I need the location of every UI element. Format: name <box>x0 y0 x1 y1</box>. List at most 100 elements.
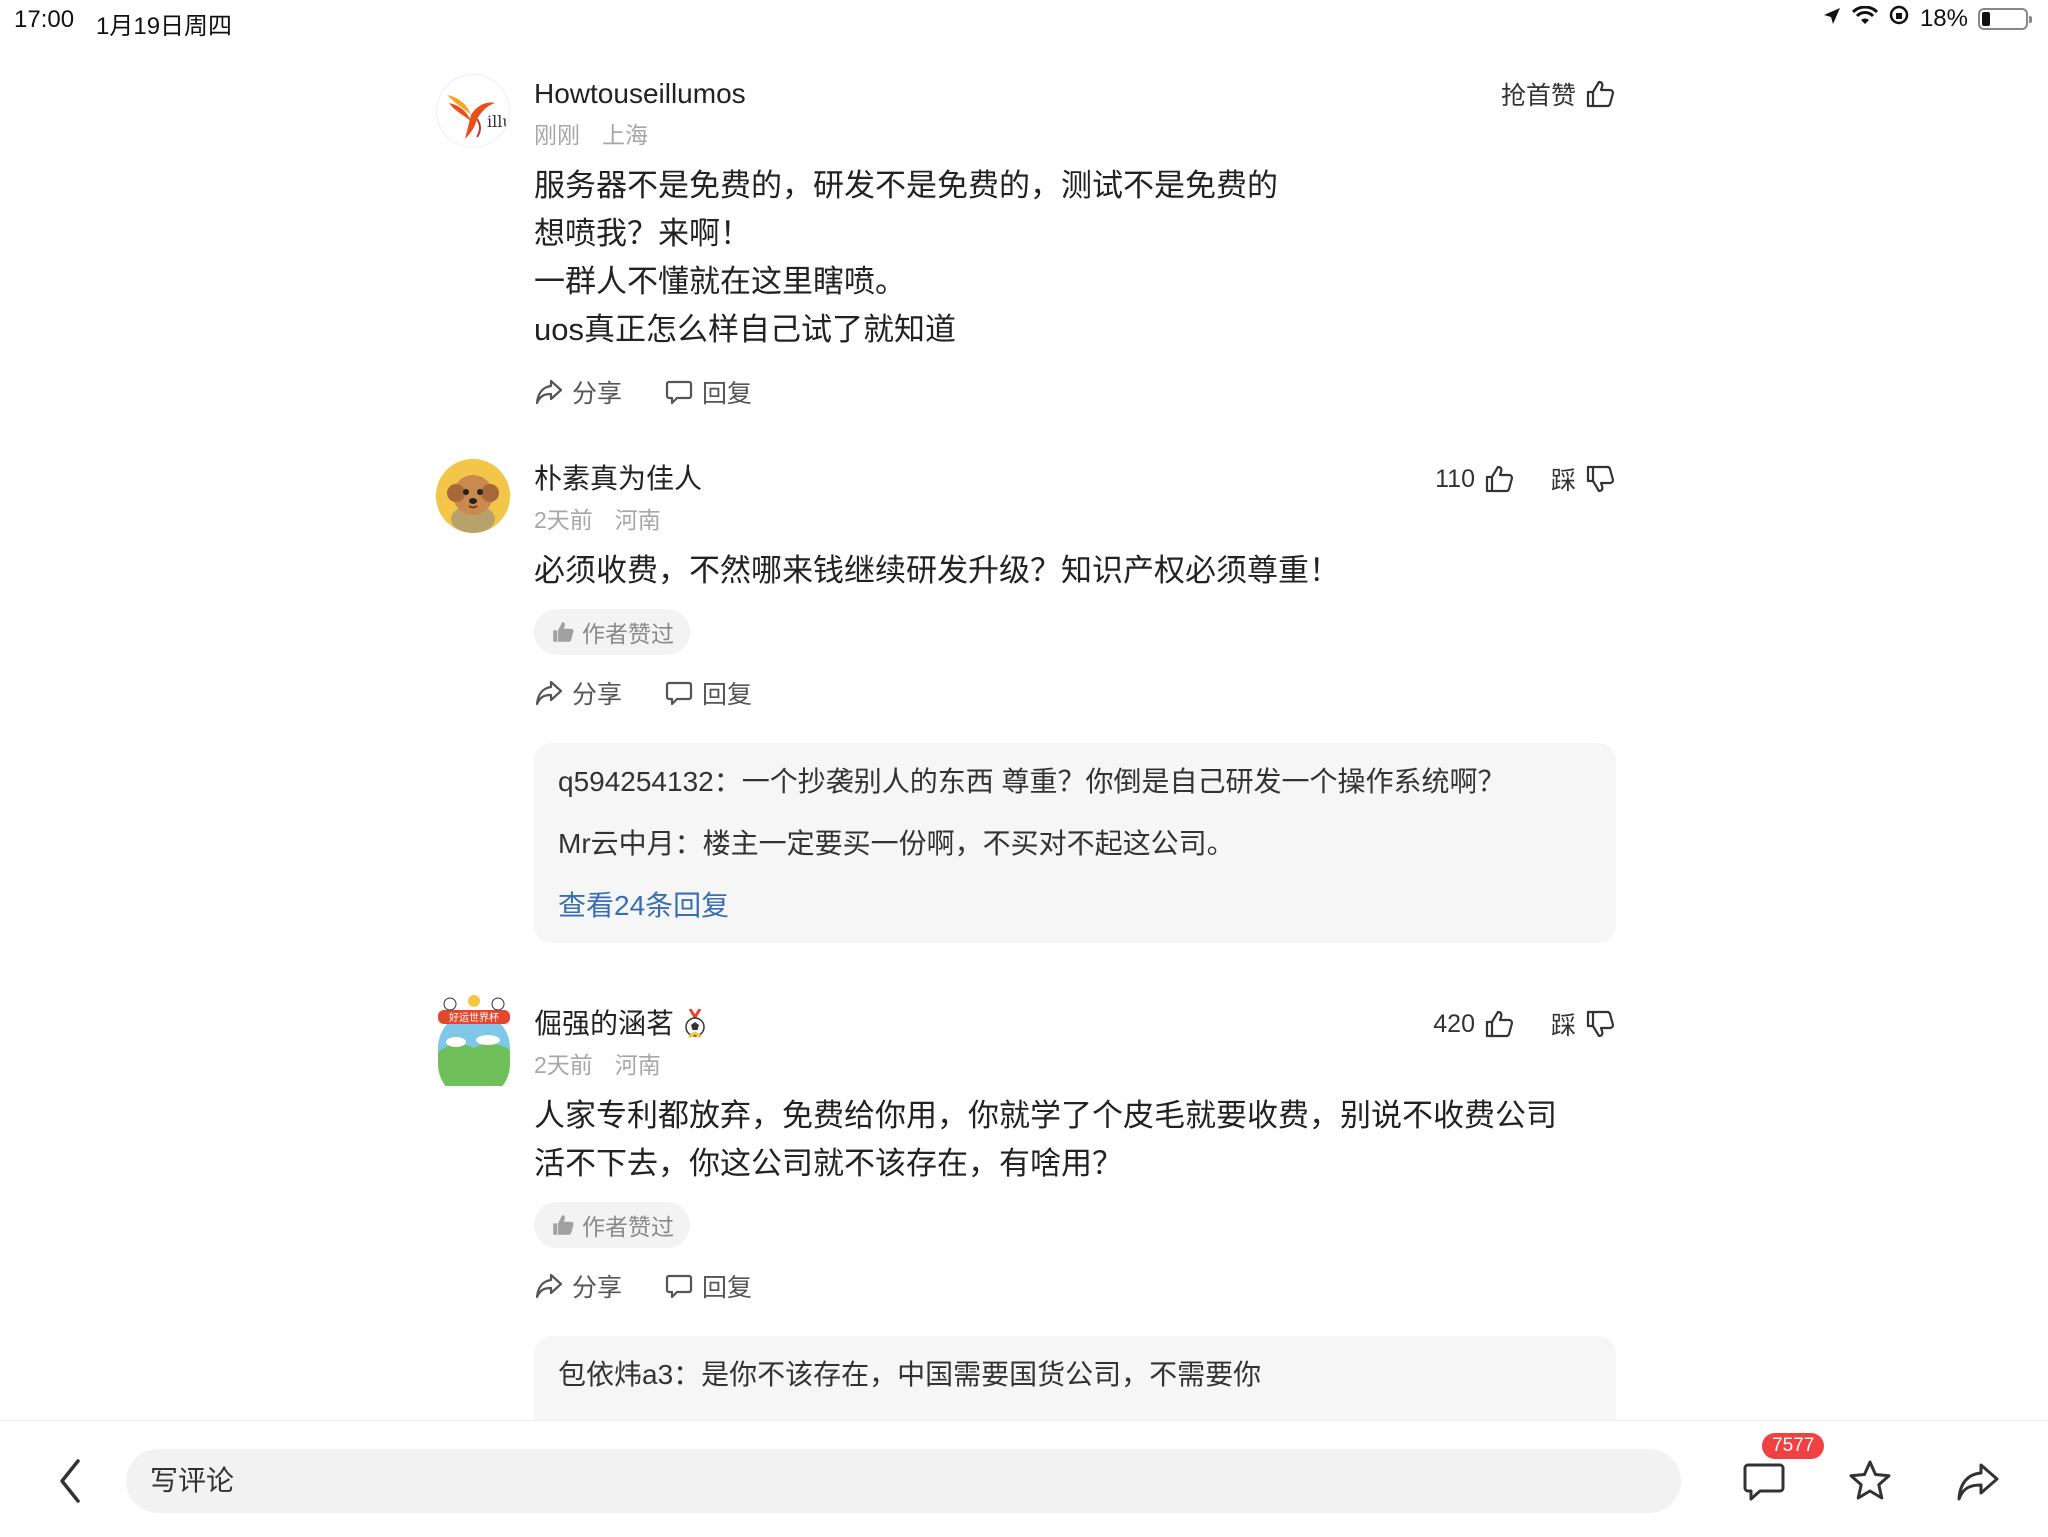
bottom-bar: 7577 <box>0 1420 2048 1537</box>
comment-body: 倔强的涵茗 2天前 河南 人家专利都放弃，免费给你用，你就学了个皮毛就要收费，别… <box>534 1004 1616 1456</box>
status-icons: 18% <box>1822 4 2032 33</box>
chevron-left-icon <box>60 1459 80 1503</box>
battery-icon <box>1978 7 2032 30</box>
avatar[interactable]: 好运世界杯 <box>436 994 510 1100</box>
orientation-lock-icon <box>1888 4 1910 33</box>
reply-item[interactable]: q594254132：一个抄袭别人的东西 尊重？你倒是自己研发一个操作系统啊？ <box>558 763 1592 801</box>
avatar-badge-text: 好运世界杯 <box>449 1011 499 1024</box>
dislike-label: 踩 <box>1550 1012 1576 1040</box>
reply-label: 回复 <box>702 681 753 709</box>
share-button[interactable]: 分享 <box>534 675 622 711</box>
comment-text: 必须收费，不然哪来钱继续研发升级？知识产权必须尊重！ <box>534 547 1616 595</box>
thumbs-up-icon <box>1485 465 1514 493</box>
comment-line: 想喷我？来啊！ <box>534 216 751 251</box>
comment-time: 刚刚 <box>534 122 580 148</box>
comment-text: 服务器不是免费的，研发不是免费的，测试不是免费的 想喷我？来啊！ 一群人不懂就在… <box>534 162 1616 354</box>
like-count: 420 <box>1433 1009 1475 1038</box>
like-button[interactable]: 420 <box>1433 1008 1515 1040</box>
reply-bubble-icon <box>665 1274 693 1299</box>
comment-actions: 分享 回复 <box>534 374 1616 410</box>
thumbs-up-filled-icon <box>553 622 574 642</box>
share-icon <box>535 379 563 405</box>
comment-line: 必须收费，不然哪来钱继续研发升级？知识产权必须尊重！ <box>534 553 1340 588</box>
share-label: 分享 <box>572 380 623 408</box>
thumbs-down-icon <box>1586 1010 1615 1038</box>
share-button[interactable]: 分享 <box>534 374 622 410</box>
avatar[interactable]: illu <box>436 74 510 148</box>
author-liked-tag: 作者赞过 <box>534 1202 690 1248</box>
battery-fill <box>1982 11 1990 26</box>
star-icon <box>1849 1460 1891 1500</box>
reply-item[interactable]: Mr云中月：楼主一定要买一份啊，不买对不起这公司。 <box>558 825 1592 863</box>
world-cup-avatar-icon: 好运世界杯 <box>438 995 510 1100</box>
comment-input[interactable] <box>126 1449 1681 1513</box>
reply-text: 楼主一定要买一份啊，不买对不起这公司。 <box>702 828 1235 859</box>
comment-meta: 刚刚 上海 <box>534 116 1616 150</box>
view-more-replies-link[interactable]: 查看24条回复 <box>558 887 1592 925</box>
comment-right-actions: 420 踩 <box>1433 1004 1616 1044</box>
like-button[interactable]: 110 <box>1435 463 1515 495</box>
comment-text: 人家专利都放弃，免费给你用，你就学了个皮毛就要收费，别说不收费公司 活不下去，你… <box>534 1092 1616 1188</box>
dog-avatar-icon <box>436 459 510 533</box>
comment-location: 河南 <box>614 1052 661 1078</box>
share-icon <box>535 1273 563 1299</box>
favorite-button[interactable] <box>1846 1457 1894 1505</box>
first-like-button[interactable]: 抢首赞 <box>1501 76 1616 112</box>
comment-line: 一群人不懂就在这里瞎喷。 <box>534 264 906 299</box>
avatar[interactable] <box>436 459 510 533</box>
comment-meta: 2天前 河南 <box>534 1046 1616 1080</box>
status-time: 17:00 <box>14 6 75 33</box>
comments-button[interactable] <box>1740 1457 1788 1505</box>
reply-username[interactable]: 包依炜a3 <box>558 1359 673 1390</box>
author-liked-label: 作者赞过 <box>582 1214 674 1240</box>
comment-line: 人家专利都放弃，免费给你用，你就学了个皮毛就要收费，别说不收费公司 <box>534 1098 1557 1133</box>
share-page-button[interactable] <box>1954 1457 2002 1505</box>
comment-count-badge: 7577 <box>1762 1433 1825 1459</box>
username[interactable]: 倔强的涵茗 <box>534 1004 674 1044</box>
share-label: 分享 <box>572 1274 623 1302</box>
like-count: 110 <box>1435 464 1475 493</box>
comment-time: 2天前 <box>534 1052 593 1078</box>
share-button[interactable]: 分享 <box>534 1268 622 1304</box>
comment-right-actions: 抢首赞 <box>1501 74 1616 114</box>
location-arrow-icon <box>1822 5 1842 33</box>
thumbs-down-icon <box>1586 465 1615 493</box>
thumbs-up-filled-icon <box>553 1215 574 1235</box>
first-like-label: 抢首赞 <box>1500 82 1576 110</box>
reply-button[interactable]: 回复 <box>664 374 752 410</box>
comment-right-actions: 110 踩 <box>1435 459 1616 499</box>
dislike-button[interactable]: 踩 <box>1551 461 1616 497</box>
reply-item[interactable]: 包依炜a3：是你不该存在，中国需要国货公司，不需要你 <box>558 1356 1592 1394</box>
reply-button[interactable]: 回复 <box>664 1268 752 1304</box>
comment-meta: 2天前 河南 <box>534 501 1616 535</box>
author-liked-label: 作者赞过 <box>582 621 674 647</box>
comment-body: Howtouseillumos 刚刚 上海 服务器不是免费的，研发不是免费的，测… <box>534 74 1616 410</box>
reply-button[interactable]: 回复 <box>664 675 752 711</box>
back-button[interactable] <box>52 1457 88 1505</box>
dislike-button[interactable]: 踩 <box>1551 1006 1616 1042</box>
share-label: 分享 <box>572 681 623 709</box>
comment-actions: 分享 回复 <box>534 1268 1616 1304</box>
comment-time: 2天前 <box>534 507 593 533</box>
author-liked-tag: 作者赞过 <box>534 609 690 655</box>
comment-location: 上海 <box>602 122 648 148</box>
dislike-label: 踩 <box>1550 467 1576 495</box>
comment-location: 河南 <box>614 507 661 533</box>
username[interactable]: Howtouseillumos <box>534 74 1616 114</box>
status-date: 1月19日周四 <box>96 13 233 40</box>
comment-line: uos真正怎么样自己试了就知道 <box>534 312 956 347</box>
status-bar: 17:00 1月19日周四 18% <box>0 0 2048 40</box>
comment-bubble-icon <box>1743 1463 1785 1501</box>
reply-username[interactable]: Mr云中月 <box>558 828 675 859</box>
reply-text: 是你不该存在，中国需要国货公司，不需要你 <box>701 1359 1262 1390</box>
replies-box: q594254132：一个抄袭别人的东西 尊重？你倒是自己研发一个操作系统啊？ … <box>534 743 1616 943</box>
reply-label: 回复 <box>702 1274 753 1302</box>
battery-percent: 18% <box>1919 4 1968 32</box>
soccer-medal-icon <box>685 1009 705 1039</box>
thumbs-up-icon <box>1586 80 1615 108</box>
comment-line: 活不下去，你这公司就不该存在，有啥用？ <box>534 1146 1123 1181</box>
reply-bubble-icon <box>665 681 693 706</box>
reply-bubble-icon <box>665 380 693 405</box>
reply-username[interactable]: q594254132 <box>558 766 714 797</box>
comment-body: 朴素真为佳人 2天前 河南 必须收费，不然哪来钱继续研发升级？知识产权必须尊重！… <box>534 459 1616 943</box>
